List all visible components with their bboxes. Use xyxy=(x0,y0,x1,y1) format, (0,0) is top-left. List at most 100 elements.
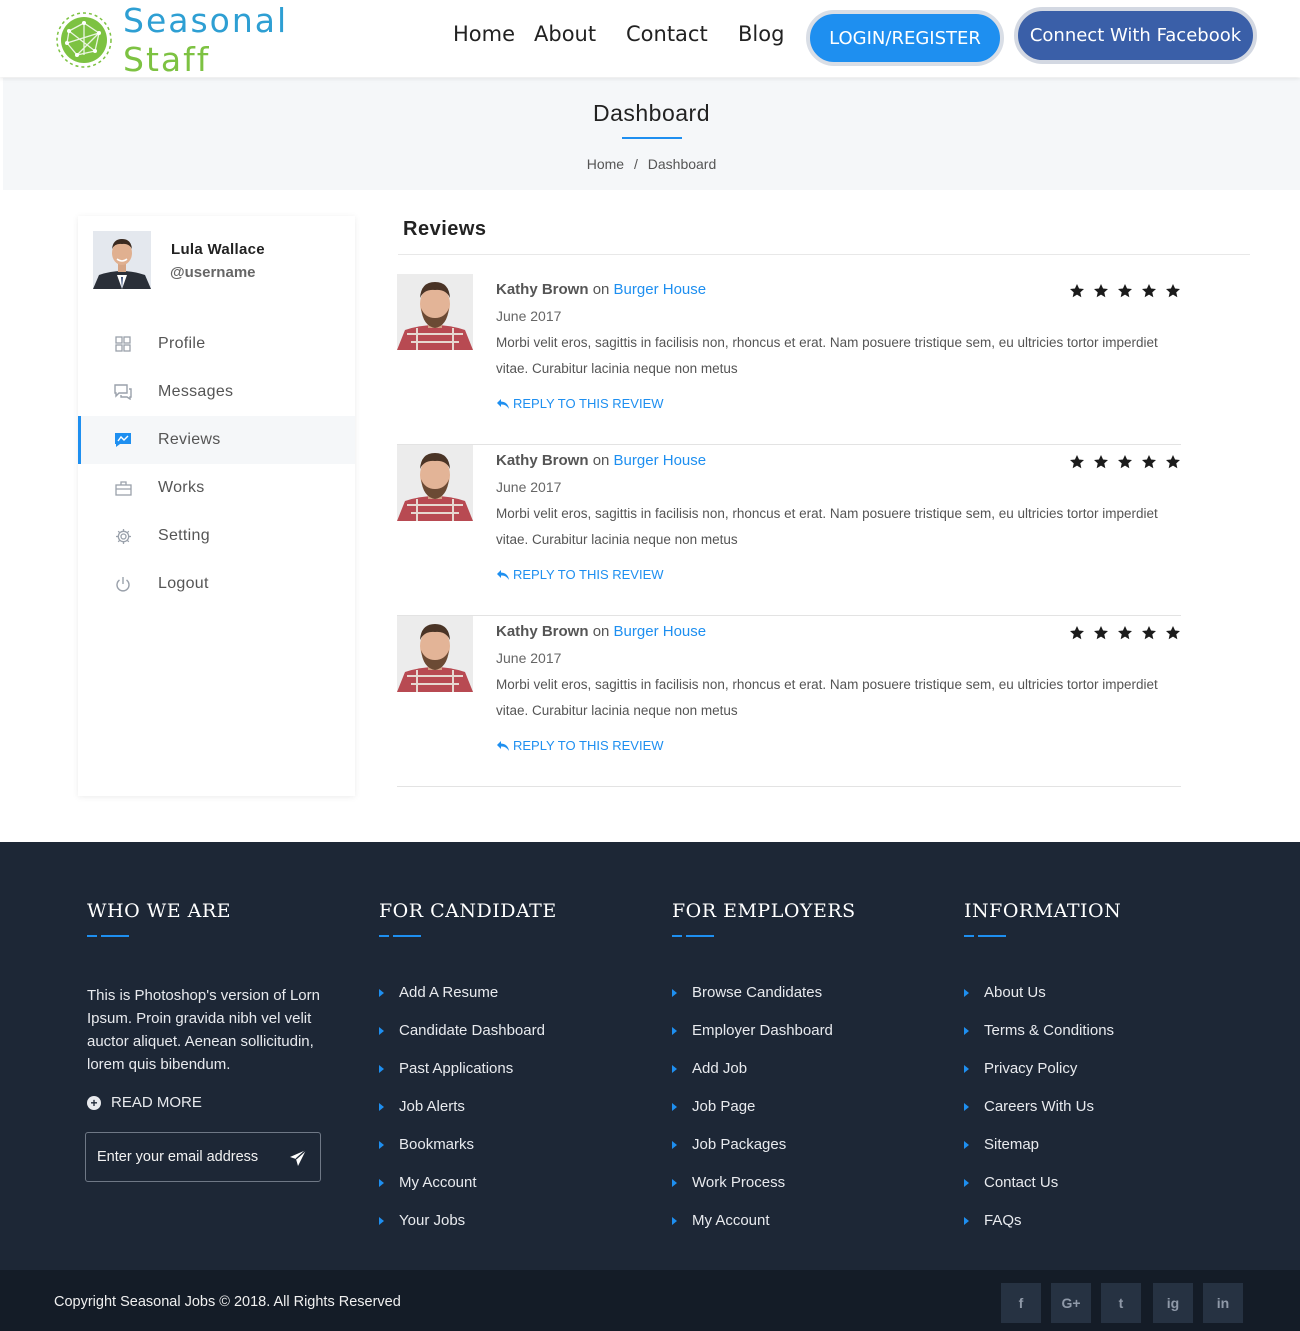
footer-link[interactable]: FAQs xyxy=(964,1212,1114,1250)
rating-stars xyxy=(1069,454,1181,474)
footer-link-label: Contact Us xyxy=(984,1174,1059,1191)
star-icon xyxy=(1118,455,1132,469)
connect-facebook-button[interactable]: Connect With Facebook xyxy=(1014,7,1257,64)
caret-right-icon xyxy=(964,1103,969,1111)
reviewer-photo xyxy=(397,616,473,692)
caret-right-icon xyxy=(964,1027,969,1035)
nav-blog[interactable]: Blog xyxy=(738,22,784,54)
nav-home[interactable]: Home xyxy=(453,22,515,54)
footer-link-label: Job Packages xyxy=(692,1136,787,1153)
newsletter-email-input[interactable] xyxy=(86,1133,286,1181)
briefcase-icon xyxy=(114,479,132,497)
sidebar-item-works[interactable]: Works xyxy=(78,464,355,512)
caret-right-icon xyxy=(964,1141,969,1149)
send-icon[interactable] xyxy=(289,1149,307,1167)
footer-link[interactable]: Candidate Dashboard xyxy=(379,1022,545,1060)
footer-link[interactable]: Add Job xyxy=(672,1060,833,1098)
footer-link[interactable]: Bookmarks xyxy=(379,1136,545,1174)
reply-icon xyxy=(497,398,509,409)
footer-link-label: Past Applications xyxy=(399,1060,514,1077)
review-place-link[interactable]: Burger House xyxy=(614,281,707,298)
footer-information-links: About Us Terms & Conditions Privacy Poli… xyxy=(964,984,1114,1250)
review-on-text: on xyxy=(592,452,610,469)
heading-underline xyxy=(379,935,421,937)
login-register-button[interactable]: LOGIN/REGISTER xyxy=(806,10,1004,66)
footer-link[interactable]: Contact Us xyxy=(964,1174,1114,1212)
footer-link[interactable]: My Account xyxy=(379,1174,545,1212)
sidebar-item-profile[interactable]: Profile xyxy=(78,320,355,368)
footer-link[interactable]: Privacy Policy xyxy=(964,1060,1114,1098)
reply-review-link[interactable]: REPLY TO THIS REVIEW xyxy=(496,738,664,753)
footer-link[interactable]: Sitemap xyxy=(964,1136,1114,1174)
footer-link-label: Add A Resume xyxy=(399,984,499,1001)
footer-link[interactable]: Past Applications xyxy=(379,1060,545,1098)
facebook-icon[interactable]: f xyxy=(1001,1283,1041,1323)
reply-review-link[interactable]: REPLY TO THIS REVIEW xyxy=(496,396,664,411)
footer-link-label: Bookmarks xyxy=(399,1136,475,1153)
footer-link[interactable]: Employer Dashboard xyxy=(672,1022,833,1060)
caret-right-icon xyxy=(964,1179,969,1187)
nav-about[interactable]: About xyxy=(534,22,596,54)
twitter-icon[interactable]: t xyxy=(1101,1283,1141,1323)
read-more-label: READ MORE xyxy=(111,1094,202,1111)
site-logo[interactable]: Seasonal Staff xyxy=(55,1,375,79)
sidebar-item-setting[interactable]: Setting xyxy=(78,512,355,560)
footer-link[interactable]: Job Page xyxy=(672,1098,833,1136)
footer-link[interactable]: Job Alerts xyxy=(379,1098,545,1136)
footer-link[interactable]: Browse Candidates xyxy=(672,984,833,1022)
user-photo xyxy=(93,231,151,289)
footer-link[interactable]: About Us xyxy=(964,984,1114,1022)
star-icon xyxy=(1070,626,1084,640)
caret-right-icon xyxy=(379,1103,384,1111)
footer-link[interactable]: Terms & Conditions xyxy=(964,1022,1114,1060)
title-underline xyxy=(622,137,682,139)
caret-right-icon xyxy=(379,1217,384,1225)
site-logo-text: Seasonal Staff xyxy=(123,1,375,79)
reviewer-name: Kathy Brown xyxy=(496,281,589,298)
google-plus-icon[interactable]: G+ xyxy=(1051,1283,1091,1323)
nav-contact[interactable]: Contact xyxy=(626,22,708,54)
sidebar-item-messages[interactable]: Messages xyxy=(78,368,355,416)
read-more-link[interactable]: + READ MORE xyxy=(87,1094,202,1111)
footer-link[interactable]: Work Process xyxy=(672,1174,833,1212)
instagram-icon[interactable]: ig xyxy=(1153,1283,1193,1323)
newsletter-form xyxy=(85,1132,321,1182)
footer-link[interactable]: My Account xyxy=(672,1212,833,1250)
footer-link[interactable]: Job Packages xyxy=(672,1136,833,1174)
footer-link-label: Job Page xyxy=(692,1098,756,1115)
star-icon xyxy=(1070,455,1084,469)
sidebar-item-reviews[interactable]: Reviews xyxy=(78,416,355,464)
footer-link-label: Employer Dashboard xyxy=(692,1022,833,1039)
page-title: Dashboard xyxy=(592,100,711,126)
star-icon xyxy=(1166,626,1180,640)
star-icon xyxy=(1118,284,1132,298)
footer-about-text: This is Photoshop's version of Lorn Ipsu… xyxy=(87,987,320,1073)
breadcrumb-home[interactable]: Home xyxy=(587,156,624,172)
review-header: Kathy Brown on Burger House xyxy=(496,623,706,640)
heading-underline xyxy=(964,935,1006,937)
reply-icon xyxy=(497,569,509,580)
heading-underline xyxy=(672,935,714,937)
footer-link-label: Sitemap xyxy=(984,1136,1040,1153)
review-place-link[interactable]: Burger House xyxy=(614,452,707,469)
sidebar-item-logout[interactable]: Logout xyxy=(78,560,355,608)
caret-right-icon xyxy=(964,1217,969,1225)
footer-link[interactable]: Add A Resume xyxy=(379,984,545,1022)
breadcrumb-current: Dashboard xyxy=(647,156,717,172)
reply-review-link[interactable]: REPLY TO THIS REVIEW xyxy=(496,567,664,582)
star-icon xyxy=(1142,626,1156,640)
footer-link-label: Careers With Us xyxy=(984,1098,1095,1115)
caret-right-icon xyxy=(672,1027,677,1035)
caret-right-icon xyxy=(379,1065,384,1073)
star-icon xyxy=(1166,455,1180,469)
footer-heading-for-candidate: FOR CANDIDATE xyxy=(379,900,557,922)
star-icon xyxy=(1094,626,1108,640)
review-item: Kathy Brown on Burger House June 2017 Mo… xyxy=(397,616,1181,787)
star-icon xyxy=(1142,455,1156,469)
review-on-text: on xyxy=(592,281,610,298)
footer-link[interactable]: Careers With Us xyxy=(964,1098,1114,1136)
linkedin-icon[interactable]: in xyxy=(1203,1283,1243,1323)
review-place-link[interactable]: Burger House xyxy=(614,623,707,640)
star-icon xyxy=(1118,626,1132,640)
footer-link[interactable]: Your Jobs xyxy=(379,1212,545,1250)
